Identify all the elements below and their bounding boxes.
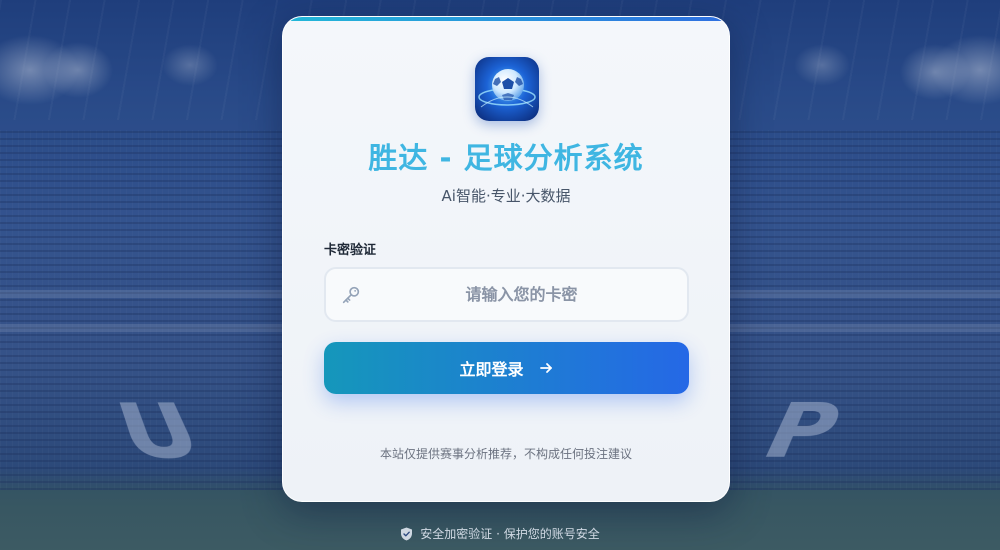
disclaimer-text: 本站仅提供赛事分析推荐，不构成任何投注建议 <box>379 447 632 461</box>
login-card: 胜达 - 足球分析系统 Ai智能·专业·大数据 卡密验证 立即登录 本站仅提供赛… <box>282 16 730 502</box>
app-logo <box>475 57 539 121</box>
card-key-field[interactable] <box>324 267 689 322</box>
app-title: 胜达 - 足球分析系统 <box>368 141 644 175</box>
soccer-ball-icon <box>475 57 539 121</box>
app-subtitle: Ai智能·专业·大数据 <box>441 187 571 205</box>
login-button-label: 立即登录 <box>459 360 524 379</box>
card-key-label: 卡密验证 <box>324 243 377 258</box>
card-key-input[interactable] <box>366 269 677 320</box>
security-footer-text: 安全加密验证 · 保护您的账号安全 <box>420 527 600 541</box>
key-icon <box>342 286 360 304</box>
login-button[interactable]: 立即登录 <box>324 342 689 394</box>
security-footer: 安全加密验证 · 保护您的账号安全 <box>0 525 1000 542</box>
shield-check-icon <box>401 527 413 540</box>
arrow-right-icon <box>539 363 552 373</box>
